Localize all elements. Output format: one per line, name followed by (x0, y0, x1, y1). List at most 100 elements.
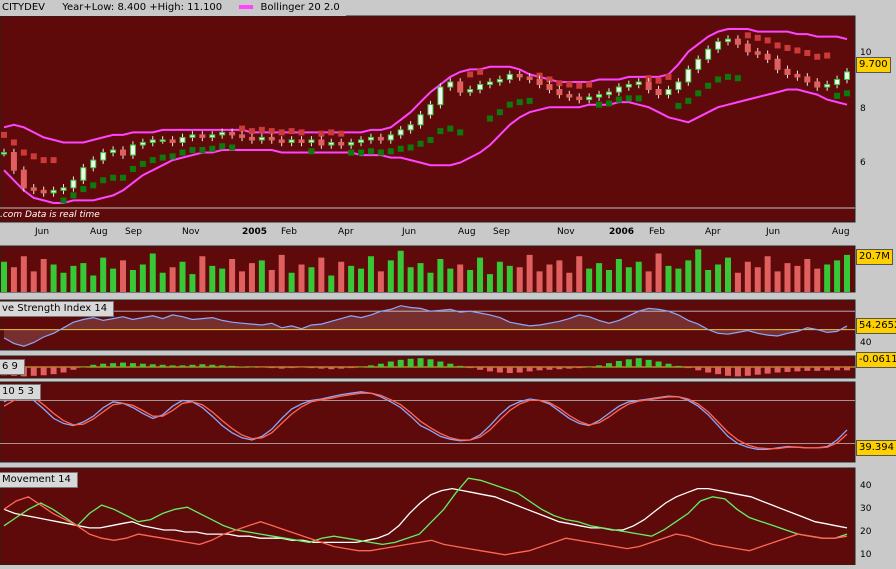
sar-dot (734, 75, 741, 82)
volume-bar (447, 268, 454, 292)
symbol-label: CITYDEV (2, 2, 46, 13)
sar-dot (516, 99, 523, 106)
macd-bar (308, 367, 315, 369)
candle-body (189, 134, 196, 138)
x-axis-label: Sep (125, 227, 142, 237)
candle-body (268, 136, 275, 141)
sar-dot (209, 145, 216, 152)
volume-bar (744, 261, 751, 292)
volume-bar (120, 260, 127, 292)
macd-bar (516, 367, 523, 373)
macd-bar (348, 367, 355, 369)
candle-body (30, 187, 37, 191)
sar-dot (417, 140, 424, 147)
volume-bar (804, 259, 811, 292)
sar-dot (655, 77, 662, 84)
sar-dot (288, 128, 295, 135)
candle-body (496, 78, 503, 83)
volume-bar (705, 270, 712, 292)
sar-dot (665, 73, 672, 80)
volume-bar (229, 259, 236, 292)
x-axis-label: Nov (182, 227, 200, 237)
candle-body (645, 81, 652, 91)
sar-dot (705, 82, 712, 89)
sar-dot (40, 157, 47, 164)
volume-bar (189, 274, 196, 292)
macd-bar (40, 367, 47, 376)
candle-body (744, 43, 751, 53)
macd-bar (278, 367, 285, 369)
sar-dot (367, 148, 374, 155)
macd-bar (387, 361, 394, 367)
volume-bar (566, 272, 573, 292)
sar-dot (467, 71, 474, 78)
macd-bar (764, 367, 771, 374)
candle-body (367, 136, 374, 141)
volume-bar (486, 274, 493, 292)
sar-dot (149, 157, 156, 164)
sar-dot (139, 160, 146, 167)
sar-dot (169, 153, 176, 160)
macd-bar (844, 367, 850, 371)
volume-bar (199, 256, 206, 292)
volume-bar (278, 254, 285, 292)
sar-dot (675, 102, 682, 109)
volume-bar (100, 257, 107, 292)
volume-bar (526, 254, 533, 292)
price-panel-bg (0, 15, 856, 223)
candle-body (754, 51, 761, 55)
candle-body (258, 136, 265, 141)
sar-dot (377, 149, 384, 156)
volume-bar (635, 261, 642, 292)
volume-bar (70, 265, 77, 292)
candle-body (288, 139, 295, 143)
sar-dot (764, 37, 771, 44)
sar-dot (30, 153, 37, 160)
sar-dot (179, 149, 186, 156)
volume-bar (834, 260, 841, 292)
macd-bar (268, 367, 275, 369)
price-last-value: 9.700 (856, 57, 891, 73)
rsi-last-value: 54.2652 (856, 318, 896, 334)
volume-bar (397, 250, 404, 292)
volume-bar (149, 253, 156, 292)
macd-bar (754, 367, 761, 375)
sar-dot (457, 129, 464, 136)
sar-dot (804, 49, 811, 56)
candle-body (110, 149, 117, 154)
sar-dot (318, 130, 325, 137)
macd-bar (804, 367, 811, 371)
volume-bar (50, 264, 57, 292)
volume-bar (20, 256, 27, 292)
candle-body (90, 159, 97, 169)
candle-body (794, 73, 801, 78)
volume-bar (417, 263, 424, 292)
volume-bar (239, 271, 246, 292)
x-axis-label: 2006 (609, 227, 635, 237)
chart-header: CITYDEV Year+Low: 8.400 +High: 11.100 Bo… (0, 0, 346, 16)
candle-body (129, 144, 136, 156)
candle-body (427, 104, 434, 116)
macd-bar (526, 367, 533, 372)
volume-bar (724, 257, 731, 292)
candle-body (457, 81, 464, 93)
macd-bar (427, 359, 434, 367)
volume-bar (328, 275, 335, 292)
sar-dot (120, 174, 127, 181)
candle-body (417, 114, 424, 126)
candle-body (328, 141, 335, 146)
candle-body (248, 136, 255, 141)
candle-body (605, 91, 612, 96)
candle-body (387, 134, 394, 141)
sar-dot (715, 76, 722, 83)
volume-bar (695, 249, 702, 292)
sar-dot (754, 34, 761, 41)
macd-panel-label: 6 9 (0, 359, 25, 375)
candle-body (774, 58, 781, 70)
volume-bar (605, 270, 612, 292)
macd-bar (536, 367, 543, 371)
candle-body (526, 76, 533, 80)
volume-bar (586, 268, 593, 292)
candle-body (209, 134, 216, 138)
macd-last-value: -0.0611 (856, 352, 896, 368)
